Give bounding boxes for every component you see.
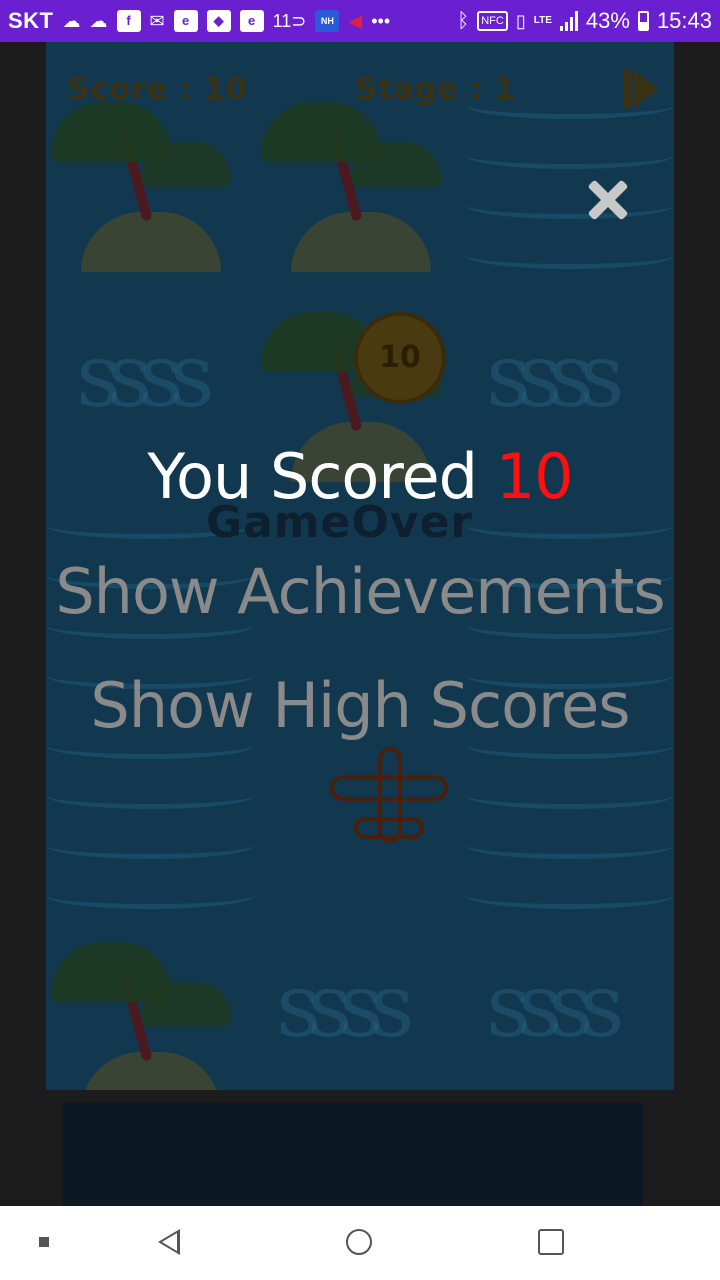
back-icon[interactable] (158, 1229, 180, 1255)
ad-banner[interactable] (63, 1103, 643, 1206)
lte-icon: LTE (533, 15, 552, 26)
app-icon: e (173, 10, 198, 32)
navigation-bar (0, 1206, 720, 1280)
score-prefix: You Scored (147, 440, 478, 513)
facebook-icon: f (116, 10, 141, 32)
cloud-icon: ☁ (62, 11, 81, 31)
recent-apps-icon[interactable] (538, 1229, 564, 1255)
battery-percent: 43% (585, 8, 630, 33)
menu-icon[interactable] (39, 1237, 49, 1247)
vibrate-icon: ▯ (515, 11, 526, 31)
mail-icon: ✉ (149, 11, 165, 31)
score-value: 10 (495, 440, 574, 513)
nfc-icon: NFC (477, 11, 508, 31)
more-dots-icon: ••• (371, 11, 391, 31)
score-summary: You Scored 10 (0, 440, 720, 513)
battery-icon (637, 11, 649, 31)
gameover-dialog: You Scored 10 Show Achievements Show Hig… (0, 42, 720, 1206)
app-icon: e (239, 10, 264, 32)
11st-icon: 11⊃ (272, 11, 307, 31)
home-icon[interactable] (346, 1229, 372, 1255)
close-icon[interactable] (582, 174, 634, 226)
dominos-icon: ◆ (206, 10, 231, 32)
megaphone-icon: ◀ (348, 11, 363, 31)
carrier-label: SKT (8, 8, 54, 33)
show-achievements-button[interactable]: Show Achievements (0, 555, 720, 628)
clock: 15:43 (656, 8, 712, 33)
cloud-icon: ☁ (89, 11, 108, 31)
signal-icon (559, 11, 578, 31)
status-bar: SKT ☁ ☁ f ✉ e ◆ e 11⊃ NH ◀ ••• ᛒ NFC ▯ L… (0, 0, 720, 42)
show-high-scores-button[interactable]: Show High Scores (0, 669, 720, 742)
nh-bank-icon: NH (315, 10, 340, 32)
bluetooth-icon: ᛒ (457, 10, 470, 32)
